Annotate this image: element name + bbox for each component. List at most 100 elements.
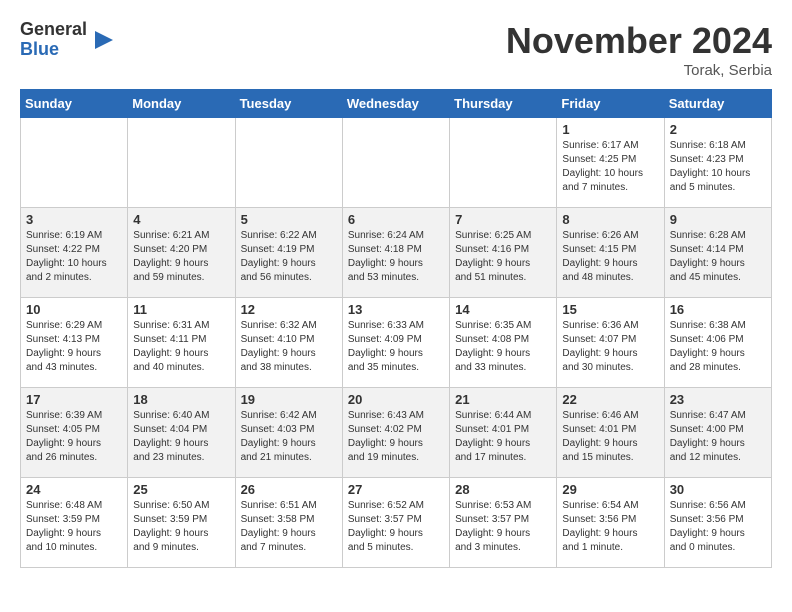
day-info: Sunrise: 6:19 AM Sunset: 4:22 PM Dayligh… — [26, 229, 122, 285]
calendar-day-30: 30 Sunrise: 6:56 AM Sunset: 3:56 PM Dayli… — [664, 478, 771, 568]
day-info: Sunrise: 6:26 AM Sunset: 4:15 PM Dayligh… — [562, 229, 658, 285]
day-number: 27 — [348, 482, 444, 497]
day-number: 14 — [455, 302, 551, 317]
empty-cell — [342, 118, 449, 208]
weekday-header-sunday: Sunday — [21, 90, 128, 118]
calendar-week-row: 24 Sunrise: 6:48 AM Sunset: 3:59 PM Dayli… — [21, 478, 772, 568]
day-number: 8 — [562, 212, 658, 227]
page-header: General Blue November 2024 Torak, Serbia — [20, 20, 772, 79]
weekday-header-friday: Friday — [557, 90, 664, 118]
calendar-day-28: 28 Sunrise: 6:53 AM Sunset: 3:57 PM Dayli… — [450, 478, 557, 568]
calendar-day-17: 17 Sunrise: 6:39 AM Sunset: 4:05 PM Dayli… — [21, 388, 128, 478]
calendar-day-13: 13 Sunrise: 6:33 AM Sunset: 4:09 PM Dayli… — [342, 298, 449, 388]
day-number: 18 — [133, 392, 229, 407]
location: Torak, Serbia — [506, 62, 772, 79]
logo-blue-text: Blue — [20, 40, 87, 60]
day-number: 10 — [26, 302, 122, 317]
day-info: Sunrise: 6:25 AM Sunset: 4:16 PM Dayligh… — [455, 229, 551, 285]
empty-cell — [450, 118, 557, 208]
calendar-day-15: 15 Sunrise: 6:36 AM Sunset: 4:07 PM Dayli… — [557, 298, 664, 388]
calendar-day-1: 1 Sunrise: 6:17 AM Sunset: 4:25 PM Daylig… — [557, 118, 664, 208]
calendar-day-11: 11 Sunrise: 6:31 AM Sunset: 4:11 PM Dayli… — [128, 298, 235, 388]
calendar-day-4: 4 Sunrise: 6:21 AM Sunset: 4:20 PM Daylig… — [128, 208, 235, 298]
day-info: Sunrise: 6:50 AM Sunset: 3:59 PM Dayligh… — [133, 499, 229, 555]
weekday-header-tuesday: Tuesday — [235, 90, 342, 118]
calendar-day-7: 7 Sunrise: 6:25 AM Sunset: 4:16 PM Daylig… — [450, 208, 557, 298]
day-info: Sunrise: 6:28 AM Sunset: 4:14 PM Dayligh… — [670, 229, 766, 285]
day-info: Sunrise: 6:44 AM Sunset: 4:01 PM Dayligh… — [455, 409, 551, 465]
calendar-day-22: 22 Sunrise: 6:46 AM Sunset: 4:01 PM Dayli… — [557, 388, 664, 478]
weekday-header-monday: Monday — [128, 90, 235, 118]
calendar-day-10: 10 Sunrise: 6:29 AM Sunset: 4:13 PM Dayli… — [21, 298, 128, 388]
day-number: 28 — [455, 482, 551, 497]
calendar-week-row: 10 Sunrise: 6:29 AM Sunset: 4:13 PM Dayli… — [21, 298, 772, 388]
calendar-day-27: 27 Sunrise: 6:52 AM Sunset: 3:57 PM Dayli… — [342, 478, 449, 568]
day-info: Sunrise: 6:48 AM Sunset: 3:59 PM Dayligh… — [26, 499, 122, 555]
day-info: Sunrise: 6:43 AM Sunset: 4:02 PM Dayligh… — [348, 409, 444, 465]
day-number: 22 — [562, 392, 658, 407]
calendar-day-16: 16Sunrise: 6:38 AM Sunset: 4:06 PM Dayli… — [664, 298, 771, 388]
day-info: Sunrise: 6:33 AM Sunset: 4:09 PM Dayligh… — [348, 319, 444, 375]
calendar-day-5: 5Sunrise: 6:22 AM Sunset: 4:19 PM Daylig… — [235, 208, 342, 298]
day-number: 25 — [133, 482, 229, 497]
day-info: Sunrise: 6:18 AM Sunset: 4:23 PM Dayligh… — [670, 139, 766, 195]
day-number: 7 — [455, 212, 551, 227]
day-info: Sunrise: 6:31 AM Sunset: 4:11 PM Dayligh… — [133, 319, 229, 375]
logo: General Blue — [20, 20, 115, 60]
weekday-header-thursday: Thursday — [450, 90, 557, 118]
empty-cell — [21, 118, 128, 208]
day-info: Sunrise: 6:52 AM Sunset: 3:57 PM Dayligh… — [348, 499, 444, 555]
day-number: 21 — [455, 392, 551, 407]
day-info: Sunrise: 6:38 AM Sunset: 4:06 PM Dayligh… — [670, 319, 766, 375]
day-number: 15 — [562, 302, 658, 317]
calendar-day-23: 23Sunrise: 6:47 AM Sunset: 4:00 PM Dayli… — [664, 388, 771, 478]
calendar-day-26: 26 Sunrise: 6:51 AM Sunset: 3:58 PM Dayli… — [235, 478, 342, 568]
logo-general-text: General — [20, 20, 87, 40]
empty-cell — [128, 118, 235, 208]
calendar-day-9: 9 Sunrise: 6:28 AM Sunset: 4:14 PM Daylig… — [664, 208, 771, 298]
day-info: Sunrise: 6:21 AM Sunset: 4:20 PM Dayligh… — [133, 229, 229, 285]
day-number: 5 — [241, 212, 337, 227]
calendar-day-2: 2Sunrise: 6:18 AM Sunset: 4:23 PM Daylig… — [664, 118, 771, 208]
day-info: Sunrise: 6:42 AM Sunset: 4:03 PM Dayligh… — [241, 409, 337, 465]
weekday-header-wednesday: Wednesday — [342, 90, 449, 118]
day-number: 4 — [133, 212, 229, 227]
day-number: 29 — [562, 482, 658, 497]
day-info: Sunrise: 6:47 AM Sunset: 4:00 PM Dayligh… — [670, 409, 766, 465]
day-number: 30 — [670, 482, 766, 497]
day-info: Sunrise: 6:51 AM Sunset: 3:58 PM Dayligh… — [241, 499, 337, 555]
logo-arrow-icon — [93, 29, 115, 51]
calendar-day-19: 19Sunrise: 6:42 AM Sunset: 4:03 PM Dayli… — [235, 388, 342, 478]
day-number: 24 — [26, 482, 122, 497]
day-info: Sunrise: 6:54 AM Sunset: 3:56 PM Dayligh… — [562, 499, 658, 555]
day-number: 13 — [348, 302, 444, 317]
calendar-day-25: 25 Sunrise: 6:50 AM Sunset: 3:59 PM Dayli… — [128, 478, 235, 568]
day-number: 9 — [670, 212, 766, 227]
day-number: 26 — [241, 482, 337, 497]
calendar-day-14: 14Sunrise: 6:35 AM Sunset: 4:08 PM Dayli… — [450, 298, 557, 388]
calendar-week-row: 3 Sunrise: 6:19 AM Sunset: 4:22 PM Daylig… — [21, 208, 772, 298]
weekday-header-row: SundayMondayTuesdayWednesdayThursdayFrid… — [21, 90, 772, 118]
calendar-day-20: 20Sunrise: 6:43 AM Sunset: 4:02 PM Dayli… — [342, 388, 449, 478]
calendar-day-3: 3 Sunrise: 6:19 AM Sunset: 4:22 PM Daylig… — [21, 208, 128, 298]
day-info: Sunrise: 6:17 AM Sunset: 4:25 PM Dayligh… — [562, 139, 658, 195]
calendar-day-29: 29 Sunrise: 6:54 AM Sunset: 3:56 PM Dayli… — [557, 478, 664, 568]
day-info: Sunrise: 6:24 AM Sunset: 4:18 PM Dayligh… — [348, 229, 444, 285]
day-number: 1 — [562, 122, 658, 137]
calendar-day-6: 6Sunrise: 6:24 AM Sunset: 4:18 PM Daylig… — [342, 208, 449, 298]
day-info: Sunrise: 6:53 AM Sunset: 3:57 PM Dayligh… — [455, 499, 551, 555]
day-info: Sunrise: 6:56 AM Sunset: 3:56 PM Dayligh… — [670, 499, 766, 555]
day-info: Sunrise: 6:46 AM Sunset: 4:01 PM Dayligh… — [562, 409, 658, 465]
day-info: Sunrise: 6:36 AM Sunset: 4:07 PM Dayligh… — [562, 319, 658, 375]
calendar-week-row: 17 Sunrise: 6:39 AM Sunset: 4:05 PM Dayli… — [21, 388, 772, 478]
calendar-day-18: 18 Sunrise: 6:40 AM Sunset: 4:04 PM Dayli… — [128, 388, 235, 478]
day-number: 11 — [133, 302, 229, 317]
day-number: 17 — [26, 392, 122, 407]
empty-cell — [235, 118, 342, 208]
day-info: Sunrise: 6:40 AM Sunset: 4:04 PM Dayligh… — [133, 409, 229, 465]
day-info: Sunrise: 6:39 AM Sunset: 4:05 PM Dayligh… — [26, 409, 122, 465]
calendar-day-12: 12Sunrise: 6:32 AM Sunset: 4:10 PM Dayli… — [235, 298, 342, 388]
day-number: 3 — [26, 212, 122, 227]
day-info: Sunrise: 6:29 AM Sunset: 4:13 PM Dayligh… — [26, 319, 122, 375]
calendar-table: SundayMondayTuesdayWednesdayThursdayFrid… — [20, 89, 772, 568]
